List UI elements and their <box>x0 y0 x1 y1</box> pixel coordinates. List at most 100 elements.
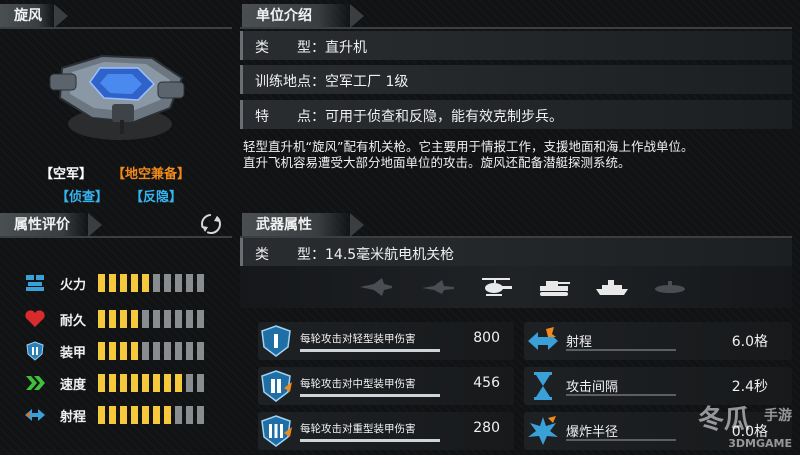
rating-bar-empty <box>164 274 171 292</box>
damage-underline <box>300 394 440 397</box>
damage-row-medium: 每轮攻击对中型装甲伤害 456 <box>258 367 514 405</box>
divider <box>0 236 232 238</box>
rating-bar-filled <box>131 310 138 328</box>
info-label: 类 型： <box>255 247 325 263</box>
watermark-line-3: 3DMGAME <box>728 437 792 450</box>
tag-anti-stealth: 【反隐】 <box>130 190 183 205</box>
rating-bar-filled <box>98 342 105 360</box>
rating-bar-filled <box>153 374 160 392</box>
watermark-line-1: 冬瓜 <box>697 405 750 435</box>
damage-value: 280 <box>473 420 500 436</box>
rating-bar-filled <box>109 310 116 328</box>
divider <box>0 27 232 29</box>
refresh-icon[interactable] <box>200 213 222 235</box>
helicopter-unit-image <box>49 54 185 140</box>
range-icon <box>528 327 558 350</box>
range-arrow-icon <box>25 409 45 421</box>
fighter-jet-icon <box>360 278 392 296</box>
divider <box>240 27 792 29</box>
info-row-training-location: 训练地点： 空军工厂 1级 <box>240 65 792 94</box>
attr-row-firepower: 火力 <box>24 273 224 293</box>
explosion-icon <box>528 416 558 445</box>
rating-bar-filled <box>98 274 105 292</box>
rating-bar-empty <box>153 274 160 292</box>
submarine-icon <box>655 281 685 293</box>
target-type-strip <box>240 266 792 308</box>
damage-value: 800 <box>473 330 500 346</box>
rating-bar-filled <box>120 274 127 292</box>
attr-label: 火力 <box>60 278 87 293</box>
heavy-armor-icon <box>261 415 292 447</box>
rating-bar-filled <box>98 310 105 328</box>
rating-bar-empty <box>186 274 193 292</box>
damage-value: 456 <box>473 375 500 391</box>
rating-bar-empty <box>175 342 182 360</box>
unit-intro-header-label: 单位介绍 <box>256 8 312 24</box>
rating-bar-filled <box>153 406 160 424</box>
tag-air-force: 【空军】 <box>40 167 93 182</box>
rating-bar-filled <box>109 274 116 292</box>
info-row-features: 特 点： 可用于侦查和反隐，能有效克制步兵。 <box>240 100 792 129</box>
helicopter-icon <box>482 278 512 296</box>
rating-bar-filled <box>131 274 138 292</box>
watermark-line-2: 手游 <box>764 408 792 424</box>
rating-bar-filled <box>164 406 171 424</box>
unit-intro-header: 单位介绍 <box>242 4 364 28</box>
ship-icon <box>596 280 628 295</box>
rating-bar-filled <box>120 310 127 328</box>
tag-scout: 【侦查】 <box>56 190 109 205</box>
weapon-header-label: 武器属性 <box>256 217 312 233</box>
speed-chevron-icon <box>26 376 45 390</box>
bomber-jet-icon <box>422 280 454 294</box>
attr-row-speed: 速度 <box>24 373 224 393</box>
rating-bar-empty <box>153 342 160 360</box>
info-label: 特 点： <box>255 109 325 125</box>
unit-description-line-2: 直升飞机容易遭受大部分地面单位的攻击。旋风还配备潜艇探测系统。 <box>243 155 631 170</box>
attr-row-durability: 耐久 <box>24 309 224 329</box>
unit-name-header: 旋风 <box>0 4 68 28</box>
rating-bar-empty <box>164 342 171 360</box>
rating-bar-filled <box>120 374 127 392</box>
damage-row-heavy: 每轮攻击对重型装甲伤害 280 <box>258 412 514 450</box>
damage-underline <box>300 439 440 442</box>
stat-row-range: 射程 6.0格 <box>524 322 792 360</box>
rating-bar-filled <box>164 374 171 392</box>
hourglass-icon <box>534 372 552 400</box>
unit-name: 旋风 <box>14 8 42 24</box>
rating-bar-filled <box>120 342 127 360</box>
armor-shield-icon <box>26 341 44 361</box>
stat-underline <box>566 394 676 396</box>
tank-icon <box>540 281 570 296</box>
info-value: 直升机 <box>325 40 367 56</box>
rating-bar-empty <box>197 310 204 328</box>
info-value: 空军工厂 1级 <box>325 74 409 90</box>
rating-bar-empty <box>186 406 193 424</box>
info-row-type: 类 型： 直升机 <box>240 31 792 60</box>
rating-bar-empty <box>175 274 182 292</box>
rating-bar-empty <box>142 310 149 328</box>
damage-row-light: 每轮攻击对轻型装甲伤害 800 <box>258 322 514 360</box>
rating-bar-empty <box>197 406 204 424</box>
rating-bar-filled <box>142 406 149 424</box>
rating-bar-empty <box>197 374 204 392</box>
damage-label: 每轮攻击对中型装甲伤害 <box>300 378 416 390</box>
rating-bar-empty <box>186 342 193 360</box>
attributes-header-label: 属性评价 <box>14 217 70 233</box>
rating-bar-empty <box>175 406 182 424</box>
attr-label: 装甲 <box>60 346 87 361</box>
rating-bar-empty <box>164 310 171 328</box>
rating-bar-filled <box>109 342 116 360</box>
rating-bar-filled <box>175 374 182 392</box>
stat-label: 射程 <box>566 335 593 350</box>
rating-bar-filled <box>109 374 116 392</box>
rating-bar-filled <box>98 374 105 392</box>
light-armor-icon <box>261 325 291 357</box>
rating-bar-empty <box>175 310 182 328</box>
rating-bar-filled <box>131 342 138 360</box>
tag-air-ground: 【地空兼备】 <box>112 167 191 182</box>
weapon-header: 武器属性 <box>242 213 364 237</box>
attr-label: 速度 <box>60 378 87 393</box>
rating-bar-filled <box>131 374 138 392</box>
rating-bar-filled <box>142 374 149 392</box>
attr-label: 耐久 <box>60 314 87 329</box>
